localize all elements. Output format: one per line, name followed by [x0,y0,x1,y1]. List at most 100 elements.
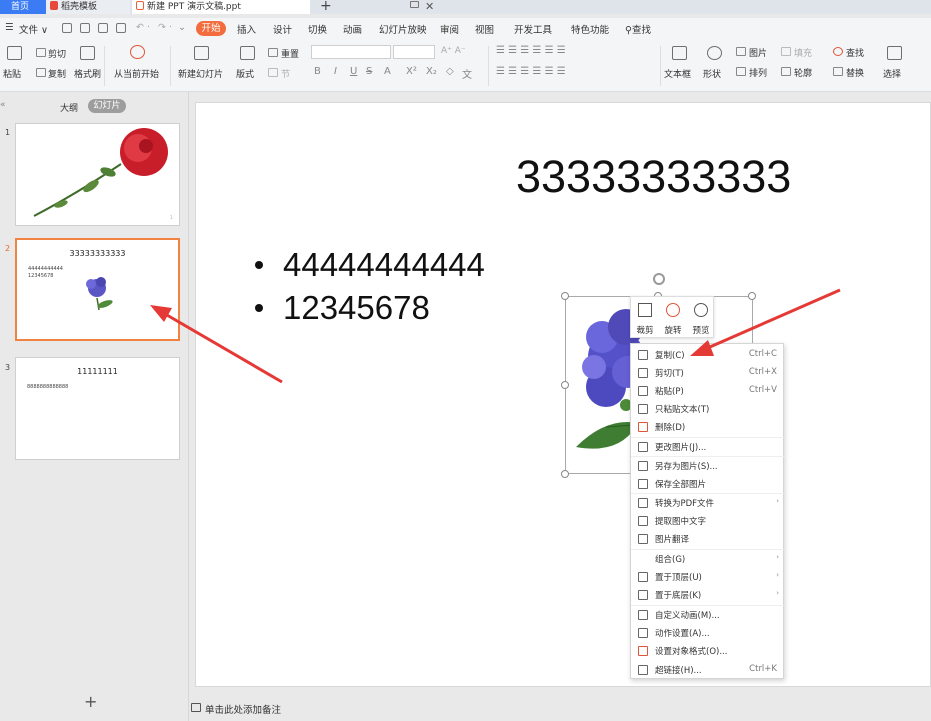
redo-icon[interactable]: ↷ · [158,22,172,33]
menu-review[interactable]: 审阅 [440,22,459,36]
tab-home[interactable]: 首页 [0,0,46,14]
menu-animation[interactable]: 动画 [343,22,362,36]
menu-search[interactable]: ⚲查找 [625,22,651,36]
menu-item-change-picture[interactable]: 更改图片(J)... [631,438,785,456]
italic-icon[interactable]: I [334,66,337,77]
rotate-handle[interactable] [653,273,665,285]
menu-file[interactable]: 文件 ∨ [19,22,48,36]
crop-button[interactable]: 裁剪 [631,297,659,339]
menu-item-paste-text[interactable]: 只粘贴文本(T) [631,400,785,418]
menu-item-custom-animation[interactable]: 自定义动画(M)... [631,606,785,624]
hamburger-icon[interactable]: ☰ [5,22,14,33]
menu-item-save-as-picture[interactable]: 另存为图片(S)... [631,457,785,475]
menu-features[interactable]: 特色功能 [571,22,609,36]
superscript-icon[interactable]: X² [406,66,417,77]
menu-item-format-object[interactable]: 设置对象格式(O)... [631,642,785,660]
find-button[interactable]: 查找 [846,46,864,59]
new-slide-icon[interactable] [194,46,209,60]
print-preview-icon[interactable] [116,23,126,33]
replace-button[interactable]: 替换 [846,66,864,79]
menu-item-bring-to-front[interactable]: 置于顶层(U) › [631,568,785,586]
textbox-icon[interactable] [672,46,687,60]
slide-bullet-list[interactable]: 44444444444 12345678 [253,243,485,329]
menu-transition[interactable]: 切换 [308,22,327,36]
export-icon[interactable] [80,23,90,33]
resize-handle[interactable] [748,292,756,300]
new-slide-button[interactable]: 新建幻灯片 [178,67,223,80]
close-tab-button[interactable]: ✕ [425,0,434,13]
notes-bar[interactable]: 单击此处添加备注 [189,697,931,721]
shape-icon[interactable] [707,46,722,60]
section-button[interactable]: 节 [281,67,290,80]
align-icons[interactable]: ☰ ☰ ☰ ☰ ☰ ☰ [496,66,566,77]
slide-canvas[interactable]: 33333333333 44444444444 12345678 [195,102,931,687]
font-size-select[interactable] [393,45,435,59]
menu-view[interactable]: 视图 [475,22,494,36]
tab-template[interactable]: 稻壳模板 [46,0,130,14]
subscript-icon[interactable]: X₂ [426,66,437,77]
strikethrough-icon[interactable]: S [366,66,372,77]
copy-icon[interactable] [36,68,46,77]
select-icon[interactable] [887,46,902,60]
arrange-button[interactable]: 排列 [749,66,767,79]
layout-icon[interactable] [240,46,255,60]
outline-icon[interactable] [781,67,791,76]
menu-design[interactable]: 设计 [273,22,292,36]
menu-item-hyperlink[interactable]: 超链接(H)... Ctrl+K [631,661,785,679]
add-slide-button[interactable]: + [84,692,97,711]
bold-icon[interactable]: B [314,66,321,77]
cut-button[interactable]: 剪切 [48,47,66,60]
menu-slideshow[interactable]: 幻灯片放映 [379,22,427,36]
fill-icon[interactable] [781,47,791,56]
reset-icon[interactable] [268,48,278,57]
phonetic-icon[interactable]: 文 [462,66,472,81]
tab-slides[interactable]: 幻灯片 [88,99,126,113]
notes-placeholder[interactable]: 单击此处添加备注 [205,702,281,716]
paste-icon[interactable] [7,46,22,60]
menu-item-delete[interactable]: 删除(D) [631,418,785,436]
menu-item-send-to-back[interactable]: 置于底层(K) › [631,586,785,604]
save-icon[interactable] [62,23,72,33]
font-grow-icon[interactable]: A⁺ A⁻ [441,46,466,56]
copy-button[interactable]: 复制 [48,67,66,80]
menu-item-group[interactable]: 组合(G) › [631,550,785,568]
clear-format-icon[interactable]: ◇ [446,66,454,77]
shape-button[interactable]: 形状 [703,67,721,80]
format-painter-button[interactable]: 格式刷 [74,67,101,80]
bullet-list-icon[interactable]: ☰ ☰ ☰ ☰ ☰ ☰ [496,45,566,56]
cut-icon[interactable] [36,48,46,57]
paste-button[interactable]: 粘贴 [3,67,21,80]
format-painter-icon[interactable] [80,46,95,60]
slide-title[interactable]: 33333333333 [516,151,791,203]
new-tab-button[interactable]: + [320,0,332,14]
tab-document[interactable]: 新建 PPT 演示文稿.ppt ✕ [132,0,434,14]
menu-home[interactable]: 开始 [196,21,226,36]
slide-thumbnail-2[interactable]: 33333333333 44444444444 12345678 [15,238,180,341]
print-icon[interactable] [98,23,108,33]
outline-button[interactable]: 轮廓 [794,66,812,79]
menu-insert[interactable]: 插入 [237,22,256,36]
font-name-select[interactable] [311,45,391,59]
select-button[interactable]: 选择 [883,67,901,80]
collapse-panel-icon[interactable]: « [0,100,6,110]
menu-developer[interactable]: 开发工具 [514,22,552,36]
tab-outline[interactable]: 大纲 [60,101,78,114]
customize-icon[interactable]: ⌄ [178,22,186,33]
menu-item-copy[interactable]: 复制(C) Ctrl+C [631,346,785,364]
resize-handle[interactable] [561,292,569,300]
menu-item-cut[interactable]: 剪切(T) Ctrl+X [631,364,785,382]
menu-item-convert-pdf[interactable]: 转换为PDF文件 › [631,494,785,512]
section-icon[interactable] [268,68,278,77]
menu-item-paste[interactable]: 粘贴(P) Ctrl+V [631,382,785,400]
window-icon[interactable] [410,1,419,8]
preview-button[interactable]: 预览 [687,297,715,339]
slide-bullet[interactable]: 12345678 [253,286,485,329]
resize-handle[interactable] [561,470,569,478]
reset-button[interactable]: 重置 [281,47,299,60]
menu-item-extract-text[interactable]: 提取图中文字 [631,512,785,530]
menu-item-action-settings[interactable]: 动作设置(A)... [631,624,785,642]
menu-item-translate[interactable]: 图片翻译 [631,530,785,548]
picture-icon[interactable] [736,47,746,56]
fill-button[interactable]: 填充 [794,46,812,59]
rotate-button[interactable]: 旋转 [659,297,687,339]
